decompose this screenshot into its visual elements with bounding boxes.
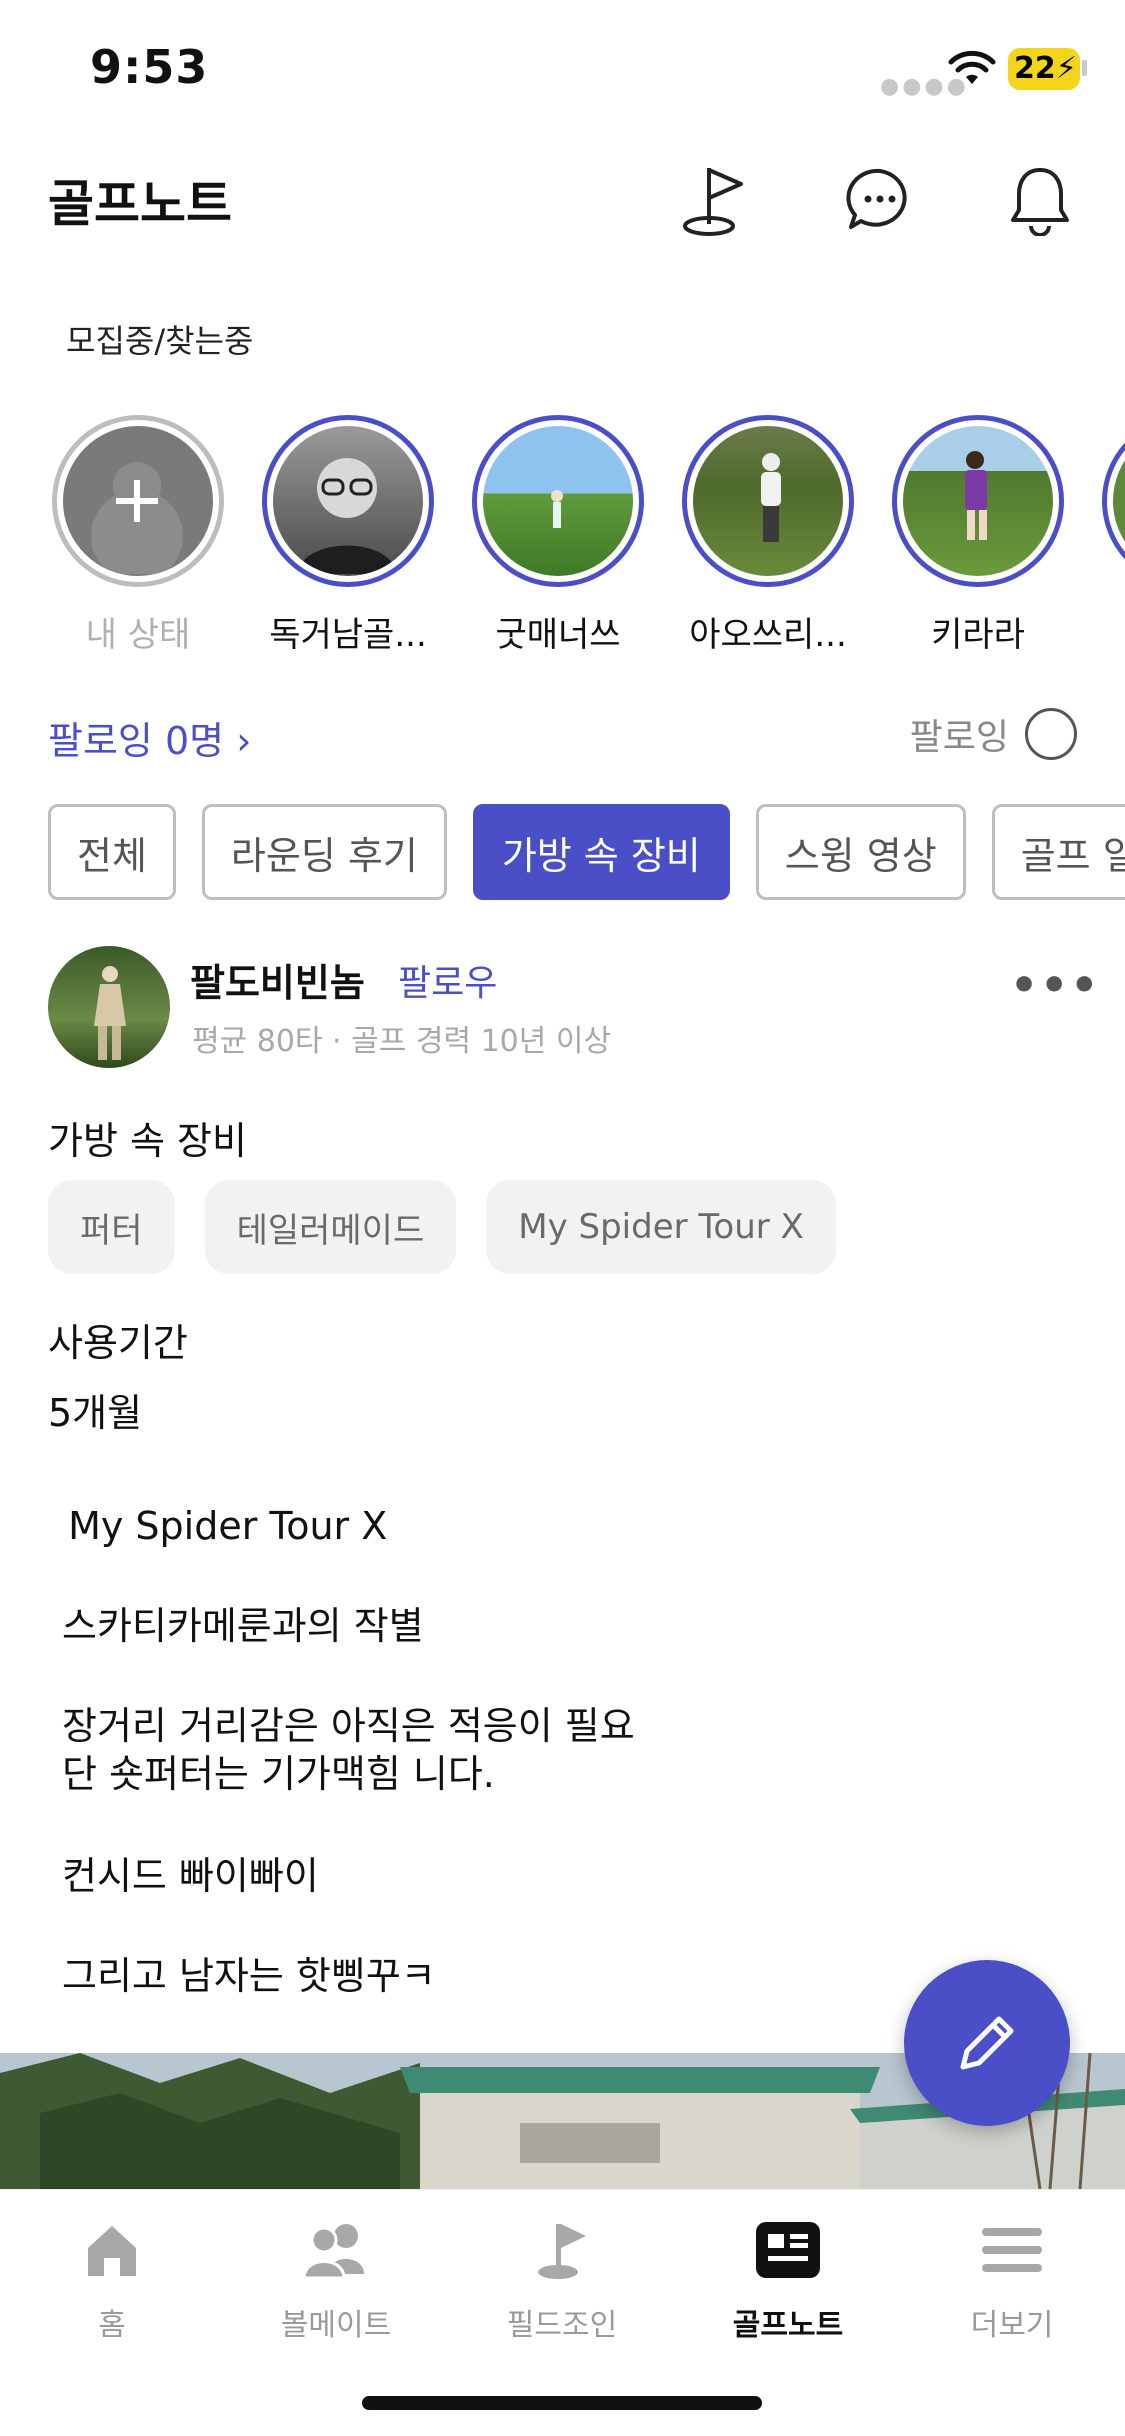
chat-icon[interactable]: [840, 160, 920, 240]
equipment-tags: 퍼터 테일러메이드 My Spider Tour X: [48, 1180, 836, 1274]
flag-icon: [522, 2210, 602, 2290]
story-item[interactable]: 굿매너쓰: [472, 415, 644, 655]
avatar: [1113, 426, 1125, 576]
bell-icon[interactable]: [1000, 160, 1080, 240]
story-avatar: [892, 415, 1064, 587]
tab-home[interactable]: 홈: [12, 2210, 212, 2344]
status-time: 9:53: [90, 40, 209, 94]
filter-chip-swing-video[interactable]: 스윙 영상: [755, 804, 966, 900]
category-filter-bar: 전체 라운딩 후기 가방 속 장비 스윙 영상 골프 일상: [48, 804, 1125, 900]
tab-label: 필드조인: [506, 2308, 618, 2343]
add-icon: [91, 462, 183, 576]
equipment-tag: 퍼터: [48, 1180, 175, 1274]
filter-chip-all[interactable]: 전체: [48, 804, 176, 900]
story-item[interactable]: 독거남골...: [262, 415, 434, 655]
avatar: [693, 426, 843, 576]
story-add-status[interactable]: 내 상태: [52, 415, 224, 655]
flag-icon[interactable]: [674, 160, 754, 240]
follow-button[interactable]: 팔로우: [398, 954, 497, 1006]
story-list: 내 상태 독거남골... 굿매너쓰 아오쓰리... 키라라: [52, 415, 1125, 655]
home-icon: [72, 2210, 152, 2290]
menu-icon: [972, 2210, 1052, 2290]
story-item[interactable]: [1102, 415, 1125, 655]
post-body-paragraph: 컨시드 빠이빠이: [62, 1854, 319, 1898]
post-body-paragraph: 그리고 남자는 핫삥꾸ㅋ: [62, 1954, 436, 1998]
app-header: 골프노트: [0, 150, 1125, 250]
usage-period-value: 5개월: [48, 1391, 143, 1435]
tab-ballmate[interactable]: 볼메이트: [236, 2210, 436, 2344]
recruiting-label: 모집중/찾는중: [66, 322, 254, 360]
story-name: 아오쓰리...: [689, 615, 847, 655]
people-icon: [296, 2210, 376, 2290]
home-indicator[interactable]: [362, 2396, 762, 2410]
tab-field-join[interactable]: 필드조인: [462, 2210, 662, 2344]
usage-period-heading: 사용기간: [48, 1321, 188, 1365]
post-author-name[interactable]: 팔도비빈놈: [190, 952, 365, 1007]
post-author-meta: 평균 80타 · 골프 경력 10년 이상: [192, 1024, 612, 1059]
tab-more[interactable]: 더보기: [912, 2210, 1112, 2344]
tab-label: 더보기: [970, 2308, 1054, 2343]
post-author-avatar[interactable]: [48, 946, 170, 1068]
story-avatar: [472, 415, 644, 587]
tab-golf-note[interactable]: 골프노트: [688, 2210, 888, 2344]
following-filter-toggle[interactable]: 팔로잉: [910, 708, 1077, 760]
post-body-paragraph: My Spider Tour X: [56, 1504, 388, 1548]
radio-circle-icon: [1025, 708, 1077, 760]
story-name: 내 상태: [85, 615, 191, 655]
avatar: [483, 426, 633, 576]
story-avatar: [682, 415, 854, 587]
filter-chip-bag-equipment[interactable]: 가방 속 장비: [472, 804, 730, 900]
post-body-paragraph: 스카티카메룬과의 작별: [62, 1604, 424, 1648]
story-name: 독거남골...: [269, 615, 427, 655]
story-name: 키라라: [931, 615, 1025, 655]
story-item[interactable]: 키라라: [892, 415, 1064, 655]
wifi-icon: [948, 50, 996, 84]
following-count-link[interactable]: 팔로잉 0명 ›: [48, 710, 251, 765]
story-name: 굿매너쓰: [495, 615, 621, 655]
following-count-label: 팔로잉 0명: [48, 719, 225, 763]
write-post-button[interactable]: [904, 1960, 1070, 2126]
filter-chip-round-review[interactable]: 라운딩 후기: [201, 804, 447, 900]
following-toggle-label: 팔로잉: [909, 717, 1009, 758]
tab-label: 골프노트: [732, 2308, 844, 2343]
equipment-tag: 테일러메이드: [204, 1180, 457, 1274]
battery-level: 22: [1014, 51, 1056, 86]
equipment-heading: 가방 속 장비: [48, 1119, 247, 1163]
battery-tip: [1082, 60, 1087, 76]
battery-icon: 22⚡: [1008, 48, 1080, 90]
equipment-tag: My Spider Tour X: [486, 1180, 836, 1274]
post-body-paragraph: 장거리 거리감은 아직은 적응이 필요 단 숏퍼터는 기가맥힘 니다.: [62, 1704, 635, 1796]
avatar: [903, 426, 1053, 576]
more-options-icon[interactable]: •••: [1010, 960, 1100, 1011]
pencil-icon: [960, 2016, 1014, 2070]
tab-label: 볼메이트: [280, 2308, 392, 2343]
filter-chip-golf-daily[interactable]: 골프 일상: [991, 804, 1125, 900]
story-item[interactable]: 아오쓰리...: [682, 415, 854, 655]
avatar: [273, 426, 423, 576]
story-avatar: [52, 415, 224, 587]
story-avatar: [262, 415, 434, 587]
chevron-right-icon: ›: [236, 719, 252, 763]
status-bar: 9:53 ●●●● 22⚡: [0, 0, 1125, 140]
avatar-placeholder: [63, 426, 213, 576]
tab-label: 홈: [98, 2308, 126, 2343]
page-title: 골프노트: [48, 175, 232, 233]
note-icon: [748, 2210, 828, 2290]
story-avatar: [1102, 415, 1125, 587]
